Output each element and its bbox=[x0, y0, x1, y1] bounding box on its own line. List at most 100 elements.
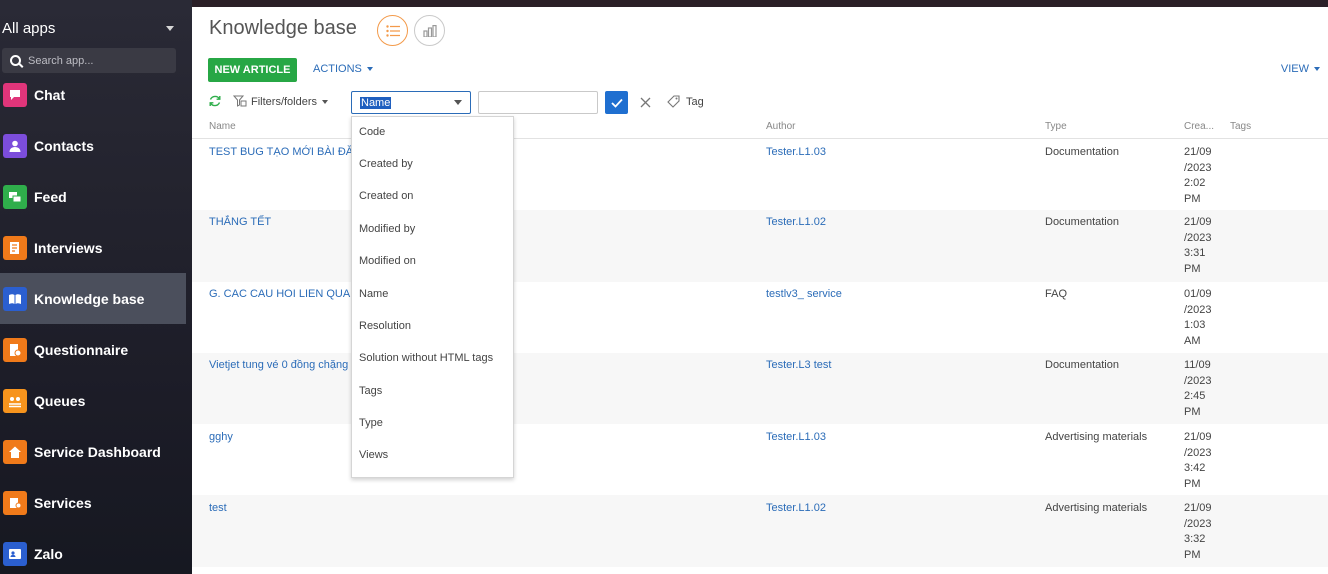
type-cell: FAQ bbox=[1045, 288, 1068, 300]
filter-column-select[interactable]: Name bbox=[351, 91, 471, 114]
article-name-link[interactable]: gghy bbox=[209, 431, 233, 443]
dropdown-option-resolution[interactable]: Resolution bbox=[359, 320, 411, 332]
actions-menu[interactable]: ACTIONS bbox=[313, 63, 373, 75]
created-date-part: /2023 bbox=[1184, 161, 1212, 174]
author-link[interactable]: Tester.L1.02 bbox=[766, 216, 826, 228]
analytics-view-toggle[interactable] bbox=[414, 15, 445, 46]
column-header-created[interactable]: Crea... bbox=[1184, 121, 1214, 132]
chevron-down-icon bbox=[166, 25, 174, 31]
article-name-link[interactable]: Vietjet tung vé 0 đồng chặng b bbox=[209, 359, 357, 371]
created-date-part: 3:31 bbox=[1184, 247, 1206, 259]
sidebar-item-label: Services bbox=[34, 494, 92, 511]
table-row[interactable]: test Tester.L1.02 Advertising materials … bbox=[192, 495, 1328, 567]
filters-label: Filters/folders bbox=[251, 95, 318, 108]
created-date-part: 21/09 bbox=[1184, 216, 1212, 228]
tag-label: Tag bbox=[686, 95, 704, 108]
sidebar-item-label: Queues bbox=[34, 392, 86, 409]
created-date-part: 2:02 bbox=[1184, 177, 1206, 189]
sidebar-item-queues[interactable]: Queues bbox=[0, 375, 186, 426]
sidebar-item-service-dashboard[interactable]: Service Dashboard bbox=[0, 426, 186, 477]
article-name-link[interactable]: TEST BUG TẠO MỚI BÀI ĐĂNG bbox=[209, 146, 370, 158]
view-menu[interactable]: VIEW bbox=[1281, 63, 1320, 75]
actions-label: ACTIONS bbox=[313, 63, 362, 75]
home-icon bbox=[3, 439, 27, 464]
filter-column-dropdown: Code Created by Created on Modified by M… bbox=[351, 116, 514, 478]
sidebar-item-label: Chat bbox=[34, 86, 66, 103]
refresh-icon[interactable] bbox=[208, 94, 222, 113]
created-date-part: /2023 bbox=[1184, 303, 1212, 316]
sidebar-item-label: Service Dashboard bbox=[34, 443, 161, 460]
app-search-input[interactable] bbox=[28, 54, 168, 67]
search-icon bbox=[10, 55, 21, 66]
contacts-icon bbox=[3, 133, 27, 158]
author-link[interactable]: Tester.L3 test bbox=[766, 359, 831, 371]
all-apps-menu[interactable]: All apps bbox=[2, 18, 180, 38]
sidebar-item-chat[interactable]: Chat bbox=[0, 69, 186, 120]
filter-column-value: Name bbox=[360, 96, 392, 109]
new-article-button[interactable]: NEW ARTICLE bbox=[208, 58, 297, 82]
author-link[interactable]: Tester.L1.02 bbox=[766, 502, 826, 514]
view-label: VIEW bbox=[1280, 63, 1309, 75]
chevron-down-icon bbox=[1314, 67, 1320, 71]
sidebar-item-label: Zalo bbox=[34, 545, 63, 562]
clear-filter-button[interactable] bbox=[640, 95, 651, 113]
created-date-part: AM bbox=[1184, 334, 1201, 347]
author-link[interactable]: Tester.L1.03 bbox=[766, 146, 826, 158]
list-view-toggle[interactable] bbox=[377, 15, 408, 46]
filter-value-input[interactable] bbox=[478, 91, 598, 114]
sidebar-item-contacts[interactable]: Contacts bbox=[0, 120, 186, 171]
created-cell: 21/09 /2023 3:31 PM bbox=[1184, 215, 1218, 277]
dropdown-option-code[interactable]: Code bbox=[359, 126, 385, 138]
author-link[interactable]: testlv3_ service bbox=[766, 288, 842, 300]
sidebar-item-services[interactable]: Services bbox=[0, 477, 186, 528]
created-date-part: /2023 bbox=[1184, 446, 1212, 459]
chevron-down-icon bbox=[322, 99, 329, 104]
column-header-tags[interactable]: Tags bbox=[1230, 121, 1251, 132]
created-date-part: 21/09 bbox=[1184, 431, 1212, 443]
column-header-type[interactable]: Type bbox=[1045, 121, 1067, 132]
close-icon bbox=[640, 97, 651, 108]
dropdown-option-type[interactable]: Type bbox=[359, 417, 383, 429]
column-header-author[interactable]: Author bbox=[766, 121, 795, 132]
list-icon bbox=[385, 24, 400, 37]
article-name-link[interactable]: test bbox=[209, 502, 227, 514]
created-cell: 11/09 /2023 2:45 PM bbox=[1184, 358, 1218, 420]
created-date-part: 11/09 bbox=[1184, 359, 1211, 371]
created-date-part: /2023 bbox=[1184, 374, 1212, 387]
column-header-name[interactable]: Name bbox=[209, 121, 236, 132]
type-cell: Documentation bbox=[1045, 216, 1119, 228]
dropdown-option-created-by[interactable]: Created by bbox=[359, 158, 413, 170]
created-date-part: PM bbox=[1184, 477, 1201, 490]
page-title: Knowledge base bbox=[209, 17, 357, 39]
sidebar-item-knowledge-base[interactable]: Knowledge base bbox=[0, 273, 186, 324]
dropdown-option-name[interactable]: Name bbox=[359, 288, 388, 300]
sidebar-item-questionnaire[interactable]: Questionnaire bbox=[0, 324, 186, 375]
dropdown-option-modified-by[interactable]: Modified by bbox=[359, 223, 415, 235]
dropdown-option-tags[interactable]: Tags bbox=[359, 385, 382, 397]
all-apps-title: All apps bbox=[2, 19, 56, 37]
sidebar-item-feed[interactable]: Feed bbox=[0, 171, 186, 222]
created-date-part: /2023 bbox=[1184, 231, 1212, 244]
sidebar-item-label: Contacts bbox=[34, 137, 94, 154]
chat-icon bbox=[3, 82, 27, 107]
dropdown-option-views[interactable]: Views bbox=[359, 449, 388, 461]
sidebar-item-zalo[interactable]: Zalo bbox=[0, 528, 186, 574]
type-cell: Advertising materials bbox=[1045, 502, 1148, 514]
dropdown-option-solution-without-html-tags[interactable]: Solution without HTML tags bbox=[359, 352, 493, 364]
created-date-part: 1:03 bbox=[1184, 319, 1206, 331]
apply-filter-button[interactable] bbox=[605, 91, 628, 114]
tag-filter-button[interactable]: Tag bbox=[667, 95, 704, 108]
created-cell: 21/09 /2023 3:42 PM bbox=[1184, 430, 1218, 492]
sidebar-item-interviews[interactable]: Interviews bbox=[0, 222, 186, 273]
author-link[interactable]: Tester.L1.03 bbox=[766, 431, 826, 443]
sidebar-item-label: Knowledge base bbox=[34, 290, 145, 307]
filter-icon bbox=[233, 95, 247, 107]
services-icon bbox=[3, 490, 27, 515]
dropdown-option-modified-on[interactable]: Modified on bbox=[359, 255, 416, 267]
filters-folders-button[interactable]: Filters/folders bbox=[233, 95, 329, 108]
chevron-down-icon bbox=[454, 100, 462, 105]
dropdown-option-created-on[interactable]: Created on bbox=[359, 190, 413, 202]
article-name-link[interactable]: G. CAC CAU HOI LIEN QUAN D bbox=[209, 288, 369, 300]
app-sidebar: All apps Chat Contacts Feed Interviews K… bbox=[0, 0, 192, 574]
article-name-link[interactable]: THẮNG TẾT bbox=[209, 216, 271, 228]
